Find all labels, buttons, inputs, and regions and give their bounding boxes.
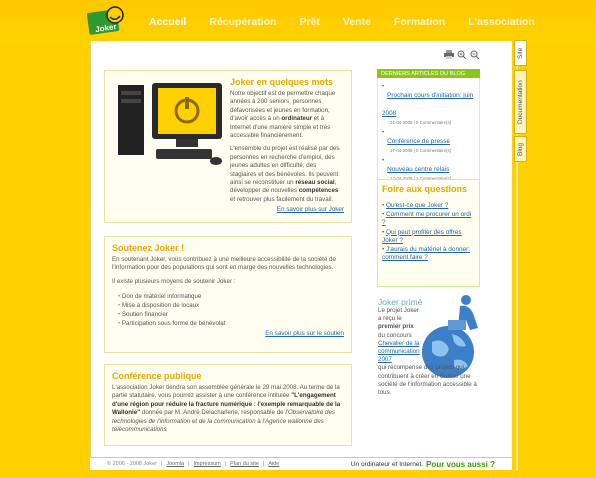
footer-link-impressum[interactable]: Impressum [194,461,221,467]
nav-formation[interactable]: Formation [394,16,445,28]
footer: © 2006 - 2008 Joker | Joomla | Impressum |… [90,457,512,470]
blog-post-link[interactable]: Prochain cours d'initiation: juin 2008 [382,92,473,117]
svg-text:Joker: Joker [95,22,117,34]
list-item: Nouveau centre relais 17-04-2008 | 1 Com… [382,158,475,181]
about-box: Joker en quelques mots Notre objectif es… [104,70,352,223]
post-meta: 21-04-2008 | 0 Commentaire(s) [390,120,452,125]
list-item: Mise à disposition de locaux [118,301,344,310]
blog-widget: DERNIERS ARTICLES DU BLOG Prochain cours… [377,69,480,191]
blog-post-link[interactable]: Conférence de presse [387,138,450,145]
list-item: Qui peut profiter des offres Joker ? [382,229,475,245]
main-nav: Accueil Récupération Prêt Vente Formatio… [149,16,558,28]
nav-vente[interactable]: Vente [343,16,371,28]
prize-text-a: Le projet Joker a reçu le premier prix d… [378,307,419,339]
about-p1: Notre objectif est de permettre chaque a… [230,90,336,140]
blog-post-link[interactable]: Nouveau centre relais [387,166,449,173]
tab-documentation[interactable]: Documentation [514,70,527,134]
footer-link-joomla[interactable]: Joomla [166,461,184,467]
list-item: Qu'est-ce que Joker ? [382,202,475,210]
conference-box: Conférence publique L'association Joker … [104,364,352,446]
print-icon[interactable] [444,46,454,59]
support-box: Soutenez Joker ! En soutenant Joker, vou… [104,236,352,353]
prize-title: Joker primé [378,297,423,307]
nav-recuperation[interactable]: Récupération [209,16,276,28]
list-item: Prochain cours d'initiation: juin 2008 2… [382,84,475,125]
faq-link[interactable]: Comment me procurer un ordi ? [382,211,471,226]
nav-association[interactable]: L'association [468,16,535,28]
faq-link[interactable]: Qui peut profiter des offres Joker ? [382,229,462,244]
computer-image [118,83,222,165]
about-p2: L'ensemble du projet est réalisé par des… [230,145,340,203]
prize-section: Joker primé Le projet Joker a reçu le pr… [378,297,488,397]
nav-accueil[interactable]: Accueil [149,16,186,28]
list-item: Conférence de presse 17-04-2008 | 0 Comm… [382,130,475,153]
post-meta: 17-04-2008 | 0 Commentaire(s) [390,148,452,153]
support-p2: Il existe plusieurs moyens de soutenir J… [112,277,236,285]
support-title: Soutenez Joker ! [112,243,185,253]
list-item: Comment me procurer un ordi ? [382,211,475,227]
list-item: Soutien financier [118,310,344,319]
list-item: Participation sous forme de bénévolat [118,319,344,328]
footer-link-plan[interactable]: Plan du site [230,461,259,467]
conference-title: Conférence publique [112,371,202,381]
faq-link[interactable]: J'aurais du matériel à donner: comment f… [382,246,470,261]
blog-list: Prochain cours d'initiation: juin 2008 2… [377,78,480,191]
prize-text-b: qui récompense des projets qui contribue… [378,364,477,397]
side-tabs: Site Documentation Blog [514,40,528,162]
about-more-link[interactable]: En savoir plus sur Joker [112,206,344,213]
support-list: Don de matériel informatique Mise à disp… [118,292,344,328]
faq-link[interactable]: Qu'est-ce que Joker ? [386,202,448,209]
zoom-out-icon[interactable] [470,46,480,60]
footer-link-aide[interactable]: Aide [268,461,279,467]
copyright: © 2006 - 2008 Joker [107,461,157,467]
tab-blog[interactable]: Blog [514,136,527,162]
blog-header: DERNIERS ARTICLES DU BLOG [377,69,480,78]
joker-logo[interactable]: Joker [87,5,127,35]
faq-title: Foire aux questions [382,184,468,194]
list-item: Don de matériel informatique [118,292,344,301]
page-tools [444,46,480,60]
about-title: Joker en quelques mots [230,77,334,87]
nav-pret[interactable]: Prêt [299,16,319,28]
tab-site[interactable]: Site [514,40,527,66]
support-more-link[interactable]: En savoir plus sur le soutien [112,330,344,337]
support-p1: En soutenant Joker, vous contribuez à un… [112,256,336,272]
list-item: J'aurais du matériel à donner: comment f… [382,246,475,262]
faq-box: Foire aux questions Qu'est-ce que Joker … [377,179,480,287]
zoom-in-icon[interactable] [457,46,467,60]
prize-link[interactable]: Chevalier de la communication 2007 [378,340,420,363]
footer-tagline: Un ordinateur et Internet. Pour vous auss… [350,459,495,469]
conference-text: L'association Joker tiendra son assemblé… [112,384,341,434]
